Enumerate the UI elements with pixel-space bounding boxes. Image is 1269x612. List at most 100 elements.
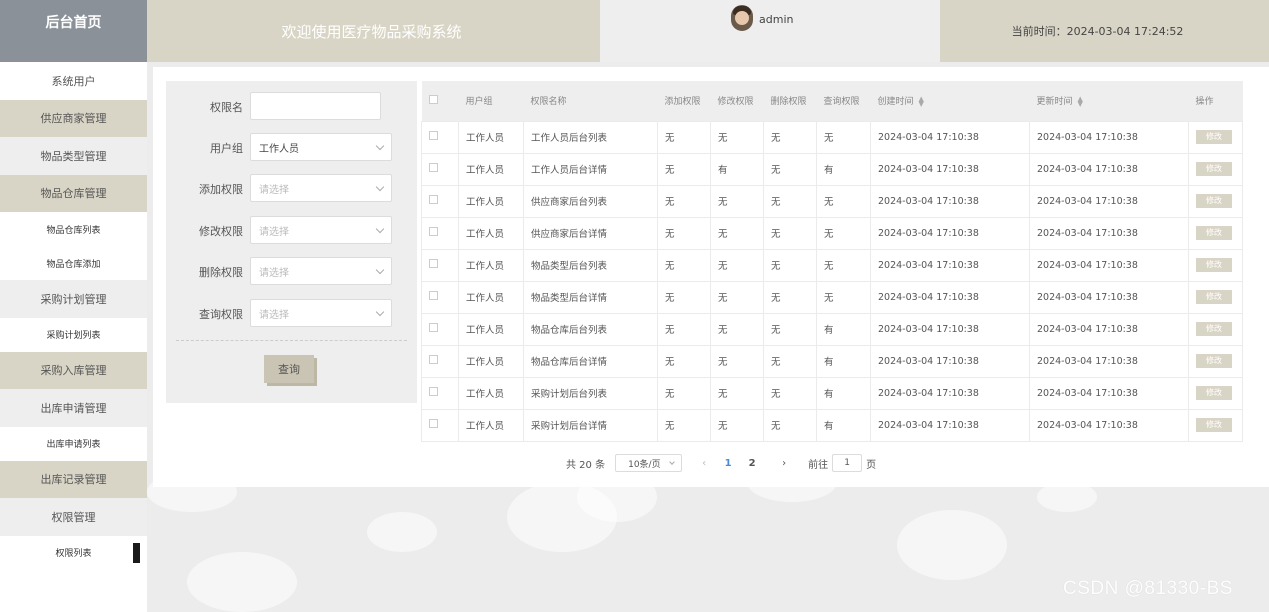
sidebar-subitem[interactable]: 物品仓库添加 [0, 246, 147, 280]
table-cell: 工作人员 [458, 376, 524, 410]
page-suffix: 页 [866, 459, 877, 471]
column-header-label: 查询权限 [823, 97, 860, 108]
table-cell: 无 [657, 216, 711, 250]
edit-button[interactable]: 修改 [1196, 194, 1232, 208]
search-select[interactable]: 请选择 [250, 299, 392, 327]
page-size-select[interactable]: 10条/页 [615, 454, 683, 472]
chevron-down-icon [375, 265, 385, 275]
column-header: 添加权限 [657, 81, 711, 121]
permission-name-input[interactable] [250, 92, 381, 120]
edit-button[interactable]: 修改 [1196, 226, 1232, 240]
row-checkbox[interactable] [429, 195, 438, 204]
column-header: 删除权限 [763, 81, 817, 121]
row-checkbox[interactable] [429, 291, 438, 300]
sidebar-item[interactable]: 物品仓库管理 [0, 174, 147, 212]
sidebar-item[interactable]: 采购入库管理 [0, 351, 147, 389]
row-select-cell [421, 376, 459, 410]
table-cell: 无 [710, 280, 764, 314]
table-cell: 有 [816, 312, 871, 346]
sidebar-item[interactable]: 出库记录管理 [0, 460, 147, 498]
sidebar-item[interactable]: 采购计划管理 [0, 280, 147, 318]
edit-button[interactable]: 修改 [1196, 258, 1232, 272]
table-header: 用户组 权限名称 添加权限 修改权限 删除权限 查询权限 创建时间 ▲ ▼ 更新时间 ▲ ▼ 操作 [421, 81, 1243, 121]
column-header-label: 修改权限 [717, 97, 754, 108]
table-cell: 无 [657, 408, 711, 442]
action-cell: 修改 [1188, 408, 1243, 442]
table-cell: 2024-03-04 17:10:38 [870, 248, 1030, 282]
search-select[interactable]: 请选择 [250, 257, 392, 285]
main-area: 查询 权限名 用户组 工作人员 添加权限 请选择 修改权限 请选择 删除权限 请选择 查询权限 请选… [147, 62, 1269, 612]
search-field-value: 工作人员 [259, 143, 299, 155]
row-checkbox[interactable] [429, 227, 438, 236]
table-cell: 2024-03-04 17:10:38 [870, 408, 1030, 442]
table-cell: 物品仓库后台详情 [523, 344, 658, 378]
search-field-label: 修改权限 [199, 225, 243, 238]
table-cell: 有 [816, 344, 871, 378]
sidebar-subitem[interactable]: 出库申请列表 [0, 426, 147, 461]
sidebar-item[interactable]: 系统用户 [0, 62, 147, 100]
edit-button[interactable]: 修改 [1196, 290, 1232, 304]
brand-home[interactable]: 后台首页 [0, 0, 147, 62]
table-cell: 2024-03-04 17:10:38 [870, 280, 1030, 314]
row-checkbox[interactable] [429, 387, 438, 396]
search-field-row: 添加权限 请选择 [166, 174, 417, 202]
table-cell: 工作人员后台列表 [523, 120, 658, 154]
table-cell: 无 [710, 376, 764, 410]
goto-page-input[interactable]: 1 [832, 454, 863, 472]
search-field-label: 添加权限 [199, 183, 243, 196]
edit-button[interactable]: 修改 [1196, 130, 1232, 144]
sidebar-subitem-label: 权限列表 [55, 549, 92, 559]
next-page-icon[interactable]: › [772, 458, 796, 469]
column-header-label: 添加权限 [664, 97, 701, 108]
sort-icon[interactable]: ▲ ▼ [1078, 95, 1083, 107]
row-checkbox[interactable] [429, 131, 438, 140]
edit-button[interactable]: 修改 [1196, 354, 1232, 368]
search-select[interactable]: 工作人员 [250, 133, 392, 161]
row-select-cell [421, 344, 459, 378]
sidebar-subitem[interactable]: 权限列表 [0, 535, 147, 570]
row-checkbox[interactable] [429, 323, 438, 332]
username[interactable]: admin [759, 13, 793, 26]
goto-label: 前往 [808, 459, 829, 471]
table-cell: 无 [710, 312, 764, 346]
edit-button[interactable]: 修改 [1196, 418, 1232, 432]
table-cell: 无 [710, 184, 764, 218]
table-cell: 物品类型后台列表 [523, 248, 658, 282]
page-2[interactable]: 2 [740, 458, 764, 469]
avatar[interactable] [731, 5, 753, 31]
search-panel: 查询 权限名 用户组 工作人员 添加权限 请选择 修改权限 请选择 删除权限 请选择 查询权限 请选… [166, 81, 417, 403]
chevron-down-icon [375, 182, 385, 192]
edit-button[interactable]: 修改 [1196, 386, 1232, 400]
page-1[interactable]: 1 [716, 458, 740, 469]
select-all-checkbox[interactable] [428, 94, 438, 104]
row-checkbox[interactable] [429, 419, 438, 428]
column-header-label: 权限名称 [530, 97, 567, 108]
table-cell: 2024-03-04 17:10:38 [1029, 280, 1189, 314]
sidebar-subitem[interactable]: 采购计划列表 [0, 317, 147, 352]
prev-page-icon[interactable]: ‹ [692, 458, 716, 469]
search-select[interactable]: 请选择 [250, 216, 392, 244]
edit-button[interactable]: 修改 [1196, 322, 1232, 336]
sidebar-item[interactable]: 供应商家管理 [0, 99, 147, 137]
sidebar-item[interactable]: 权限管理 [0, 498, 147, 536]
row-checkbox[interactable] [429, 163, 438, 172]
sidebar-item[interactable]: 物品类型管理 [0, 137, 147, 175]
search-field-row: 查询权限 请选择 [166, 299, 417, 327]
table-cell: 2024-03-04 17:10:38 [1029, 120, 1189, 154]
table-cell: 无 [657, 248, 711, 282]
row-checkbox[interactable] [429, 355, 438, 364]
sidebar-item[interactable]: 出库申请管理 [0, 389, 147, 427]
table-cell: 无 [710, 408, 764, 442]
action-cell: 修改 [1188, 376, 1243, 410]
table-row: 工作人员 物品类型后台详情无无无无 2024-03-04 17:10:38 2024-… [421, 280, 1243, 314]
table-cell: 有 [816, 152, 871, 186]
sort-icon[interactable]: ▲ ▼ [919, 95, 924, 107]
table-row: 工作人员 采购计划后台详情无无无有 2024-03-04 17:10:38 2024-… [421, 408, 1243, 442]
edit-button[interactable]: 修改 [1196, 162, 1232, 176]
row-checkbox[interactable] [429, 259, 438, 268]
search-select[interactable]: 请选择 [250, 174, 392, 202]
sidebar-subitem[interactable]: 物品仓库列表 [0, 212, 147, 246]
query-button[interactable]: 查询 [264, 355, 314, 383]
table-cell: 2024-03-04 17:10:38 [870, 216, 1030, 250]
row-select-cell [421, 280, 459, 314]
